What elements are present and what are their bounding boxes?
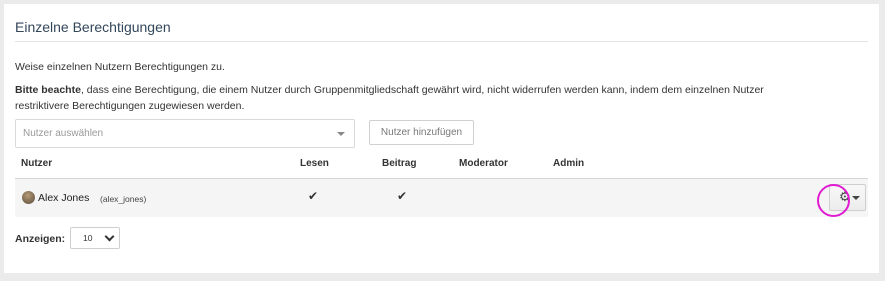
title-divider <box>15 41 868 42</box>
post-check-icon: ✔ <box>397 189 408 203</box>
caret-down-icon <box>337 132 345 136</box>
note-text: , dass eine Berechtigung, die einem Nutz… <box>15 84 764 112</box>
user-handle: (alex_jones) <box>100 194 147 204</box>
note-emphasis: Bitte beachte <box>15 84 81 96</box>
column-header-read: Lesen <box>300 158 329 169</box>
gear-icon: ⚙ <box>839 189 851 204</box>
page-size-select[interactable]: 10 <box>70 227 120 249</box>
column-header-post: Beitrag <box>382 158 417 169</box>
panel-title: Einzelne Berechtigungen <box>15 19 171 35</box>
user-select[interactable]: Nutzer auswählen <box>15 119 355 148</box>
individual-permissions-panel: Einzelne Berechtigungen Weise einzelnen … <box>4 4 879 273</box>
column-header-admin: Admin <box>553 158 585 169</box>
column-header-user: Nutzer <box>21 158 53 169</box>
caret-down-icon <box>852 196 860 200</box>
column-header-moderator: Moderator <box>459 158 508 169</box>
page-size-value: 10 <box>83 233 93 243</box>
permission-note: Bitte beachte, dass eine Berechtigung, d… <box>15 82 815 114</box>
row-settings-button[interactable]: ⚙ <box>829 184 866 211</box>
add-user-button[interactable]: Nutzer hinzufügen <box>369 120 474 145</box>
page-size-label: Anzeigen: <box>15 233 66 245</box>
avatar <box>22 191 35 204</box>
user-select-placeholder: Nutzer auswählen <box>23 128 104 139</box>
chevron-down-icon <box>104 231 115 242</box>
intro-text: Weise einzelnen Nutzern Berechtigungen z… <box>15 61 225 73</box>
read-check-icon: ✔ <box>308 189 319 203</box>
table-row: Alex Jones (alex_jones) ✔ ✔ ⚙ <box>15 179 868 217</box>
user-name[interactable]: Alex Jones <box>38 192 89 204</box>
